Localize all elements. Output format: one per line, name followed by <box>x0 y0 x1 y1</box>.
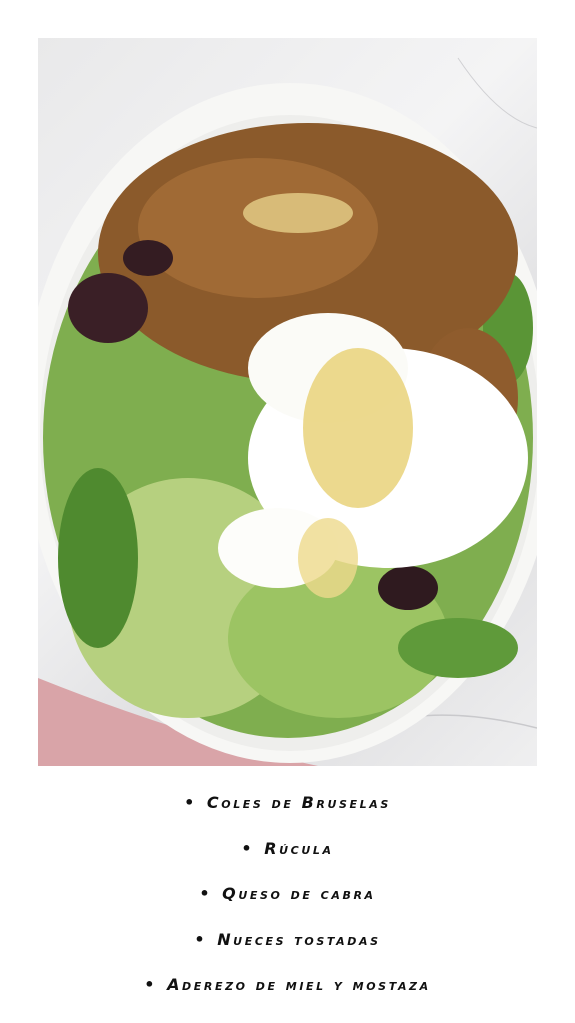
honey-mustard-dressing <box>298 518 358 598</box>
arugula-leaf <box>58 468 138 648</box>
bullet: • <box>241 838 255 858</box>
honey-mustard-dressing <box>303 348 413 508</box>
ingredient-label: Rúcula <box>264 838 334 858</box>
ingredient-label: Nueces tostadas <box>217 929 381 949</box>
arugula-leaf <box>398 618 518 678</box>
dried-cranberries <box>68 273 148 343</box>
list-item: • Queso de cabra <box>0 871 575 917</box>
list-item: • Coles de Bruselas <box>0 780 575 826</box>
bullet: • <box>184 793 197 812</box>
bullet: • <box>194 929 208 949</box>
ingredient-label: Coles de Bruselas <box>206 793 391 812</box>
toasted-pecans <box>138 158 378 298</box>
honey-mustard-dressing <box>243 193 353 233</box>
marble-vein <box>457 57 537 129</box>
bullet: • <box>199 884 213 903</box>
list-item: • Aderezo de miel y mostaza <box>0 962 575 1008</box>
list-item: • Nueces tostadas <box>0 917 575 963</box>
ingredient-label: Queso de cabra <box>222 884 376 903</box>
ingredient-list: • Coles de Bruselas • Rúcula • Queso de cab… <box>0 780 575 1008</box>
salad-photo <box>38 38 537 766</box>
dried-cranberries <box>123 240 173 276</box>
dried-cranberries <box>378 566 438 610</box>
salad-illustration <box>38 57 537 766</box>
list-item: • Rúcula <box>0 826 575 872</box>
bullet: • <box>144 975 158 994</box>
ingredient-label: Aderezo de miel y mostaza <box>167 975 431 994</box>
